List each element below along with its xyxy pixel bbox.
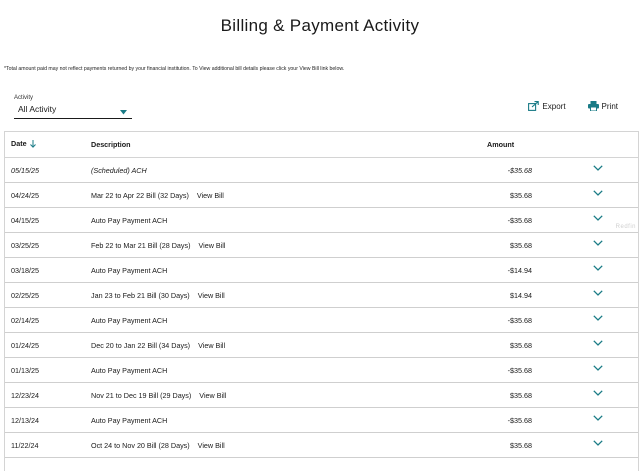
row-description: Feb 22 to Mar 21 Bill (28 Days) View Bill: [91, 240, 226, 250]
disclaimer-note: *Total amount paid may not reflect payme…: [4, 66, 345, 72]
activity-table: Date Description Amount 05/15/25 (Schedu…: [4, 131, 639, 471]
row-amount: $35.68: [510, 340, 532, 350]
row-description: Jan 23 to Feb 21 Bill (30 Days) View Bill: [91, 290, 225, 300]
printer-icon: [587, 101, 599, 111]
row-date: 01/13/25: [11, 365, 39, 375]
row-amount: -$35.68: [507, 215, 532, 225]
row-date: 01/24/25: [11, 340, 39, 350]
table-header: Date Description Amount: [5, 132, 638, 158]
row-amount: -$35.68: [507, 415, 532, 425]
date-column-header[interactable]: Date: [11, 139, 36, 149]
chevron-down-icon[interactable]: [593, 164, 603, 173]
amount-column-header: Amount: [487, 140, 515, 149]
row-date: 04/15/25: [11, 215, 39, 225]
table-row: 11/22/24 Oct 24 to Nov 20 Bill (28 Days)…: [5, 433, 638, 458]
table-actions: Export Print: [528, 101, 618, 111]
activity-select[interactable]: All Activity: [14, 103, 132, 119]
activity-select-value: All Activity: [18, 104, 57, 114]
activity-filter-label: Activity: [14, 95, 34, 101]
arrow-down-icon: [29, 139, 36, 150]
table-row: 05/15/25 (Scheduled) ACH -$35.68: [5, 158, 638, 183]
print-button[interactable]: Print: [587, 101, 618, 111]
table-row: 03/18/25 Auto Pay Payment ACH -$14.94: [5, 258, 638, 283]
chevron-down-icon[interactable]: [593, 389, 603, 398]
view-bill-link[interactable]: View Bill: [198, 341, 225, 350]
page-title: Billing & Payment Activity: [220, 16, 420, 35]
view-bill-link[interactable]: View Bill: [197, 191, 224, 200]
row-date: 04/24/25: [11, 190, 39, 200]
row-description: Auto Pay Payment ACH: [91, 415, 168, 425]
chevron-down-icon[interactable]: [593, 414, 603, 423]
view-bill-link[interactable]: View Bill: [199, 391, 226, 400]
description-column-header: Description: [91, 140, 131, 149]
chevron-down-icon[interactable]: [593, 239, 603, 248]
row-date: 03/25/25: [11, 240, 39, 250]
table-row: 03/25/25 Feb 22 to Mar 21 Bill (28 Days)…: [5, 233, 638, 258]
table-row: 01/24/25 Dec 20 to Jan 22 Bill (34 Days)…: [5, 333, 638, 358]
row-description: Oct 24 to Nov 20 Bill (28 Days) View Bill: [91, 440, 225, 450]
row-date: 11/22/24: [11, 440, 39, 450]
row-date: 05/15/25: [11, 165, 39, 175]
view-bill-link[interactable]: View Bill: [198, 441, 225, 450]
row-amount: -$14.94: [507, 265, 532, 275]
table-row: 02/14/25 Auto Pay Payment ACH -$35.68: [5, 308, 638, 333]
row-description: Auto Pay Payment ACH: [91, 315, 168, 325]
chevron-down-icon[interactable]: [593, 439, 603, 448]
row-date: 03/18/25: [11, 265, 39, 275]
table-row: 04/15/25 Auto Pay Payment ACH -$35.68: [5, 208, 638, 233]
table-row: 12/23/24 Nov 21 to Dec 19 Bill (29 Days)…: [5, 383, 638, 408]
row-amount: $35.68: [510, 240, 532, 250]
chevron-down-icon[interactable]: [593, 189, 603, 198]
row-description: Auto Pay Payment ACH: [91, 365, 168, 375]
row-amount: -$35.68: [507, 365, 532, 375]
row-description: Mar 22 to Apr 22 Bill (32 Days) View Bill: [91, 190, 224, 200]
row-amount: $35.68: [510, 190, 532, 200]
table-row: 12/13/24 Auto Pay Payment ACH -$35.68: [5, 408, 638, 433]
activity-filter[interactable]: Activity All Activity: [14, 95, 132, 119]
table-row: 04/24/25 Mar 22 to Apr 22 Bill (32 Days)…: [5, 183, 638, 208]
export-button[interactable]: Export: [528, 101, 566, 111]
print-label: Print: [601, 101, 618, 111]
row-amount: $14.94: [510, 290, 532, 300]
view-bill-link[interactable]: View Bill: [198, 291, 225, 300]
row-date: 02/25/25: [11, 290, 39, 300]
row-date: 12/13/24: [11, 415, 39, 425]
chevron-down-icon[interactable]: [593, 264, 603, 273]
row-amount: $35.68: [510, 440, 532, 450]
row-amount: $35.68: [510, 390, 532, 400]
row-description: Auto Pay Payment ACH: [91, 265, 168, 275]
chevron-down-icon[interactable]: [593, 314, 603, 323]
export-label: Export: [542, 101, 566, 111]
row-amount: -$35.68: [507, 315, 532, 325]
chevron-down-icon[interactable]: [593, 289, 603, 298]
view-bill-link[interactable]: View Bill: [198, 241, 225, 250]
chevron-down-icon[interactable]: [593, 214, 603, 223]
row-date: 12/23/24: [11, 390, 39, 400]
row-description: Nov 21 to Dec 19 Bill (29 Days) View Bill: [91, 390, 227, 400]
row-description: Auto Pay Payment ACH: [91, 215, 168, 225]
export-icon: [528, 101, 540, 111]
row-description: (Scheduled) ACH: [91, 165, 147, 175]
table-row: 02/25/25 Jan 23 to Feb 21 Bill (30 Days)…: [5, 283, 638, 308]
caret-down-icon: [120, 107, 127, 118]
table-row: 01/13/25 Auto Pay Payment ACH -$35.68: [5, 358, 638, 383]
row-description: Dec 20 to Jan 22 Bill (34 Days) View Bill: [91, 340, 226, 350]
watermark: Redfin: [615, 224, 636, 230]
chevron-down-icon[interactable]: [593, 364, 603, 373]
row-amount: -$35.68: [507, 165, 532, 175]
row-date: 02/14/25: [11, 315, 39, 325]
chevron-down-icon[interactable]: [593, 339, 603, 348]
